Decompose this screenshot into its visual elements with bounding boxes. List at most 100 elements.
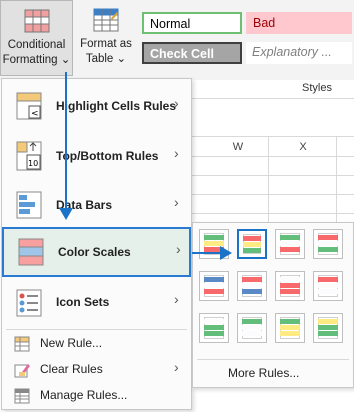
- swatch-color-band: [242, 289, 262, 294]
- annotation-arrow-line-2: [192, 252, 222, 254]
- menu-item-label: Color Scales: [58, 245, 131, 259]
- color-scale-swatch[interactable]: [313, 229, 343, 259]
- color-scale-swatch[interactable]: [275, 229, 305, 259]
- swatch-color-band: [204, 331, 224, 336]
- cell-styles-gallery: Normal Bad Check Cell Explanatory ...: [140, 10, 354, 66]
- svg-text:10: 10: [28, 159, 38, 168]
- swatch-color-band: [280, 283, 300, 288]
- color-scale-swatch[interactable]: [237, 313, 267, 343]
- swatch-color-band: [318, 289, 338, 294]
- swatch-color-band: [318, 235, 338, 240]
- color-scale-swatch[interactable]: [313, 271, 343, 301]
- swatch-color-band: [204, 277, 224, 282]
- menu-divider: [6, 329, 187, 330]
- data-bars-icon: [16, 191, 42, 219]
- format-as-table-button[interactable]: Format as Table ⌄: [76, 0, 136, 76]
- swatch-color-band: [243, 236, 261, 241]
- more-rules-link[interactable]: More Rules...: [228, 366, 299, 380]
- chevron-down-icon: ⌄: [116, 53, 127, 65]
- color-scale-swatch[interactable]: [275, 271, 305, 301]
- style-normal-label: Normal: [150, 17, 191, 31]
- conditional-formatting-icon: [24, 9, 49, 33]
- swatch-color-band: [204, 319, 224, 324]
- swatch-color-band: [242, 319, 262, 324]
- menu-item-label: Manage Rules...: [40, 388, 128, 402]
- swatch-color-band: [242, 325, 262, 330]
- swatch-color-band: [280, 325, 300, 330]
- color-scale-swatch[interactable]: [275, 313, 305, 343]
- chevron-down-icon: ⌄: [60, 54, 71, 66]
- style-check-cell[interactable]: Check Cell: [142, 42, 242, 64]
- menu-item-label: New Rule...: [40, 336, 103, 350]
- chevron-right-icon: ›: [174, 145, 179, 161]
- chevron-right-icon: ›: [174, 291, 179, 307]
- chevron-right-icon: ›: [174, 359, 179, 375]
- swatch-color-band: [280, 289, 300, 294]
- chevron-right-icon: ›: [176, 241, 181, 257]
- conditional-formatting-label-1: Conditional: [7, 39, 66, 51]
- swatch-color-band: [243, 248, 261, 253]
- menu-item-label: Clear Rules: [40, 362, 103, 376]
- ribbon: Conditional Formatting ⌄ Format as Table…: [0, 0, 354, 81]
- menu-item-data-bars[interactable]: Data Bars ›: [2, 181, 191, 229]
- swatch-color-band: [280, 235, 300, 240]
- swatch-color-band: [318, 283, 338, 288]
- chevron-right-icon: ›: [174, 95, 179, 111]
- swatch-color-band: [318, 319, 338, 324]
- color-scale-swatch[interactable]: [313, 313, 343, 343]
- swatch-color-band: [242, 283, 262, 288]
- swatch-color-band: [204, 235, 224, 240]
- style-normal[interactable]: Normal: [142, 12, 242, 34]
- column-header-w[interactable]: W: [208, 138, 268, 156]
- menu-item-new-rule[interactable]: New Rule...: [2, 331, 191, 357]
- submenu-divider: [197, 359, 349, 360]
- swatch-color-band: [242, 277, 262, 282]
- style-explanatory[interactable]: Explanatory ...: [246, 42, 352, 64]
- menu-item-icon-sets[interactable]: Icon Sets ›: [2, 279, 191, 327]
- format-as-table-label-2: Table: [85, 53, 114, 65]
- menu-item-clear-rules[interactable]: Clear Rules ›: [2, 357, 191, 383]
- chevron-right-icon: ›: [174, 194, 179, 210]
- column-header-x[interactable]: X: [270, 138, 336, 156]
- color-scales-icon: [18, 238, 44, 266]
- svg-text:<: <: [31, 109, 39, 119]
- menu-item-label: Highlight Cells Rules: [56, 99, 177, 113]
- top-bottom-icon: 10: [16, 141, 42, 171]
- annotation-arrow-line: [65, 72, 67, 212]
- menu-item-top-bottom-rules[interactable]: 10 Top/Bottom Rules ›: [2, 131, 191, 181]
- conditional-formatting-label-2: Formatting: [2, 54, 58, 66]
- swatch-color-band: [318, 277, 338, 282]
- color-scale-swatch[interactable]: [199, 271, 229, 301]
- swatch-color-band: [204, 283, 224, 288]
- style-explanatory-label: Explanatory ...: [252, 45, 332, 59]
- arrow-down-icon: [59, 208, 73, 220]
- color-scale-swatch[interactable]: [199, 313, 229, 343]
- format-as-table-label-1: Format as: [80, 38, 132, 50]
- menu-item-color-scales[interactable]: Color Scales ›: [2, 227, 191, 277]
- swatch-color-band: [280, 247, 300, 252]
- format-as-table-icon: [93, 8, 119, 32]
- menu-item-label: Icon Sets: [56, 295, 110, 309]
- color-scale-swatch[interactable]: [237, 271, 267, 301]
- swatch-color-band: [204, 289, 224, 294]
- conditional-formatting-menu: < Highlight Cells Rules › 10 Top/Bottom …: [1, 78, 192, 410]
- color-scale-swatch[interactable]: [237, 229, 267, 259]
- style-bad-label: Bad: [253, 16, 276, 30]
- color-scales-submenu: [192, 222, 354, 388]
- swatch-color-band: [280, 277, 300, 282]
- swatch-color-band: [318, 325, 338, 330]
- swatch-color-band: [243, 242, 261, 247]
- swatch-color-band: [204, 325, 224, 330]
- new-rule-icon: [14, 336, 30, 352]
- swatch-color-band: [242, 331, 262, 336]
- highlight-cells-icon: <: [16, 92, 42, 120]
- styles-group-label: Styles: [302, 82, 332, 94]
- arrow-right-icon: [220, 246, 232, 260]
- conditional-formatting-button[interactable]: Conditional Formatting ⌄: [0, 0, 73, 76]
- style-bad[interactable]: Bad: [246, 12, 352, 34]
- swatch-color-band: [318, 247, 338, 252]
- menu-item-highlight-cells-rules[interactable]: < Highlight Cells Rules ›: [2, 81, 191, 131]
- swatch-color-band: [280, 331, 300, 336]
- swatch-color-band: [318, 331, 338, 336]
- menu-item-manage-rules[interactable]: Manage Rules...: [2, 383, 191, 409]
